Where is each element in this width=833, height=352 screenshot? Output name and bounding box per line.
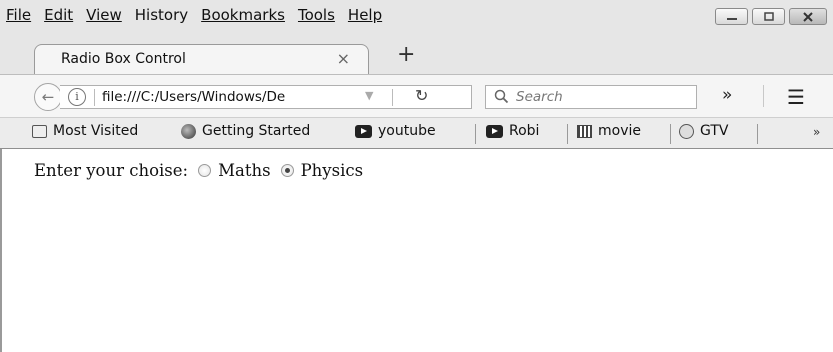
navigation-bar: ← i file:///C:/Users/Windows/De ▼ ↻ Sear…: [0, 74, 833, 117]
menu-item-file-label: File: [6, 6, 32, 24]
search-icon: [494, 89, 509, 104]
movie-icon: [577, 124, 592, 138]
tab-radio-box-control[interactable]: Radio Box Control ×: [34, 44, 369, 74]
minimize-button[interactable]: [715, 8, 748, 25]
reload-icon[interactable]: ↻: [415, 86, 428, 105]
close-window-button[interactable]: [789, 8, 827, 25]
back-arrow-icon: ←: [41, 88, 55, 106]
browser-window: File Edit View History Bookmarks Tools H…: [0, 0, 833, 352]
radio-physics-label[interactable]: Physics: [301, 161, 364, 180]
window-controls: [715, 8, 827, 25]
tab-close-icon[interactable]: ×: [337, 49, 350, 68]
bookmark-separator: [757, 124, 758, 144]
minimize-icon: [726, 17, 737, 20]
search-placeholder: Search: [516, 89, 563, 105]
menu-item-history[interactable]: History: [135, 6, 188, 24]
back-button[interactable]: ←: [34, 83, 62, 111]
maximize-button[interactable]: [752, 8, 785, 25]
youtube-icon: [355, 124, 372, 138]
menu-item-view[interactable]: View: [86, 6, 122, 24]
bookmark-separator: [670, 124, 671, 144]
search-input[interactable]: Search: [485, 85, 697, 109]
hamburger-menu-icon[interactable]: ☰: [787, 85, 805, 109]
menu-item-help-label: Help: [347, 6, 383, 24]
bookmark-label: Getting Started: [202, 123, 311, 139]
page-content: Enter your choise: Maths Physics: [0, 149, 833, 352]
menu-item-tools-label: Tools: [297, 6, 335, 24]
info-icon[interactable]: i: [68, 88, 86, 106]
bookmark-label: GTV: [700, 123, 729, 139]
toolbar-overflow-button[interactable]: »: [722, 85, 732, 105]
tab-strip: Radio Box Control × +: [0, 36, 833, 74]
most-visited-icon: [32, 124, 47, 138]
bookmark-separator: [567, 124, 568, 144]
bookmarks-toolbar: Most Visited Getting Started youtube Rob…: [0, 117, 833, 149]
url-separator: [94, 89, 95, 106]
firefox-icon: [181, 123, 196, 139]
bookmark-youtube[interactable]: youtube: [355, 123, 436, 139]
bookmark-gtv[interactable]: GTV: [679, 123, 728, 139]
bookmark-robi[interactable]: Robi: [486, 123, 539, 139]
maximize-icon: [763, 11, 774, 21]
radio-maths-label[interactable]: Maths: [218, 161, 270, 180]
bookmark-getting-started[interactable]: Getting Started: [181, 123, 310, 139]
menu-item-bookmarks-label: Bookmarks: [201, 6, 285, 24]
menu-item-help[interactable]: Help: [348, 6, 382, 24]
menu-item-bookmarks[interactable]: Bookmarks: [201, 6, 285, 24]
tab-title: Radio Box Control: [61, 51, 186, 67]
toolbar-separator: [763, 85, 764, 107]
menu-item-view-label: View: [86, 6, 122, 24]
bookmark-most-visited[interactable]: Most Visited: [32, 123, 138, 139]
choice-prompt: Enter your choise:: [34, 161, 189, 180]
menu-item-tools[interactable]: Tools: [298, 6, 335, 24]
bookmark-movie[interactable]: movie: [577, 123, 641, 139]
url-bar[interactable]: i file:///C:/Users/Windows/De ▼ ↻: [60, 85, 472, 109]
menu-item-edit-label: Edit: [44, 6, 74, 24]
youtube-icon: [486, 124, 503, 138]
url-separator-2: [392, 89, 393, 106]
radio-maths[interactable]: [198, 164, 212, 177]
close-icon: [803, 11, 813, 22]
bookmark-separator: [475, 124, 476, 144]
menu-bar: File Edit View History Bookmarks Tools H…: [6, 0, 395, 30]
url-dropdown-icon[interactable]: ▼: [365, 89, 373, 102]
menu-item-file[interactable]: File: [6, 6, 31, 24]
bookmark-label: youtube: [378, 123, 436, 139]
bookmark-label: movie: [598, 123, 641, 139]
radio-physics[interactable]: [280, 164, 294, 177]
globe-icon: [679, 123, 694, 139]
browser-chrome: File Edit View History Bookmarks Tools H…: [0, 0, 833, 149]
bookmarks-more-button[interactable]: »: [813, 125, 820, 139]
menu-item-edit[interactable]: Edit: [44, 6, 73, 24]
url-text[interactable]: file:///C:/Users/Windows/De: [102, 89, 360, 105]
new-tab-button[interactable]: +: [397, 44, 415, 66]
bookmark-label: Most Visited: [53, 123, 139, 139]
choice-form: Enter your choise: Maths Physics: [34, 161, 363, 180]
bookmark-label: Robi: [509, 123, 540, 139]
